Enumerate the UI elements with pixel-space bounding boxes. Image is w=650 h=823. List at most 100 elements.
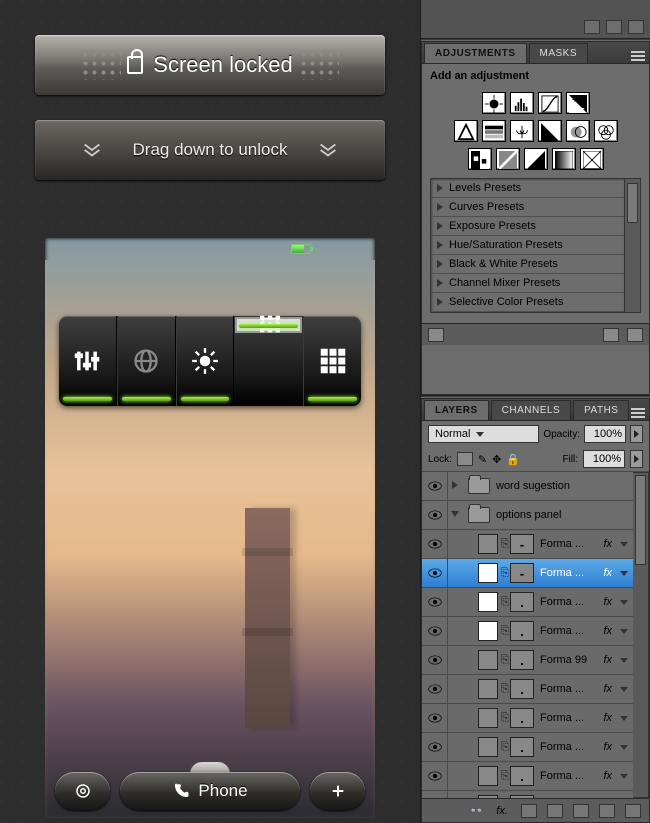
visibility-toggle[interactable] xyxy=(422,791,448,798)
layer-thumb[interactable]: - xyxy=(510,534,534,554)
curves-icon[interactable] xyxy=(538,92,562,114)
fill-flyout[interactable] xyxy=(630,450,643,468)
layer-group-row[interactable]: word sugestion xyxy=(422,472,633,501)
fill-input[interactable]: 100% xyxy=(583,450,625,468)
layer-thumb[interactable]: . xyxy=(510,592,534,612)
group-icon[interactable] xyxy=(573,804,589,818)
preset-row[interactable]: Hue/Saturation Presets xyxy=(431,236,624,255)
dock-right-button[interactable] xyxy=(310,772,365,810)
layer-mask-thumb[interactable] xyxy=(478,534,498,554)
layer-row[interactable]: ⎘.Forma ...fx xyxy=(422,588,633,617)
layer-row[interactable]: ⎘.Forma ...fx xyxy=(422,675,633,704)
opacity-flyout[interactable] xyxy=(630,425,643,443)
mask-icon[interactable] xyxy=(521,804,537,818)
fx-dropdown-icon[interactable] xyxy=(620,687,628,692)
new-layer-icon[interactable] xyxy=(599,804,615,818)
widget-transform[interactable] xyxy=(234,316,303,334)
phone-button[interactable]: Phone xyxy=(120,772,300,810)
gradient-map-icon[interactable] xyxy=(552,148,576,170)
channel-mixer-icon[interactable] xyxy=(594,120,618,142)
layer-row[interactable]: ⎘.Forma ...fx xyxy=(422,791,633,798)
layer-mask-thumb[interactable] xyxy=(478,708,498,728)
layer-row[interactable]: ⎘.Forma ...fx xyxy=(422,704,633,733)
layer-mask-thumb[interactable] xyxy=(478,592,498,612)
preset-row[interactable]: Curves Presets xyxy=(431,198,624,217)
layer-row[interactable]: ⎘-Forma ...fx xyxy=(422,559,633,588)
layer-thumb[interactable]: . xyxy=(510,766,534,786)
layer-mask-thumb[interactable] xyxy=(478,766,498,786)
widget-apps[interactable] xyxy=(303,316,361,406)
preset-row[interactable]: Exposure Presets xyxy=(431,217,624,236)
levels-icon[interactable] xyxy=(510,92,534,114)
scrollbar[interactable] xyxy=(633,472,649,798)
fx-icon[interactable]: fx. xyxy=(496,805,508,817)
layer-row[interactable]: ⎘.Forma ...fx xyxy=(422,762,633,791)
tab-masks[interactable]: MASKS xyxy=(529,43,589,63)
visibility-toggle[interactable] xyxy=(422,675,448,703)
opacity-input[interactable]: 100% xyxy=(584,425,626,443)
visibility-toggle[interactable] xyxy=(422,733,448,761)
visibility-toggle[interactable] xyxy=(422,704,448,732)
photo-filter-icon[interactable] xyxy=(566,120,590,142)
drag-bar[interactable]: Drag down to unlock xyxy=(35,120,385,180)
fx-dropdown-icon[interactable] xyxy=(620,542,628,547)
fx-dropdown-icon[interactable] xyxy=(620,629,628,634)
exposure-icon[interactable] xyxy=(566,92,590,114)
preset-row[interactable]: Channel Mixer Presets xyxy=(431,274,624,293)
visibility-toggle[interactable] xyxy=(422,530,448,558)
threshold-icon[interactable] xyxy=(524,148,548,170)
fx-dropdown-icon[interactable] xyxy=(620,600,628,605)
layer-mask-thumb[interactable] xyxy=(478,621,498,641)
layer-row[interactable]: ⎘.Forma ...fx xyxy=(422,733,633,762)
visibility-toggle[interactable] xyxy=(422,559,448,587)
link-layers-icon[interactable]: 👓 xyxy=(470,804,484,817)
tab-adjustments[interactable]: ADJUSTMENTS xyxy=(424,43,527,63)
posterize-icon[interactable] xyxy=(496,148,520,170)
disclosure-icon[interactable] xyxy=(448,480,462,492)
layer-thumb[interactable]: . xyxy=(510,621,534,641)
bw-icon[interactable] xyxy=(538,120,562,142)
layer-mask-thumb[interactable] xyxy=(478,563,498,583)
preset-row[interactable]: Black & White Presets xyxy=(431,255,624,274)
mini-icon[interactable] xyxy=(584,20,600,34)
preset-row[interactable]: Selective Color Presets xyxy=(431,293,624,312)
mini-icon[interactable] xyxy=(628,20,644,34)
layer-row[interactable]: ⎘.Forma ...fx xyxy=(422,617,633,646)
trash-icon[interactable] xyxy=(627,328,643,342)
visibility-toggle[interactable] xyxy=(422,472,448,500)
lock-transparency-icon[interactable] xyxy=(457,452,473,466)
widget-brightness[interactable] xyxy=(176,316,235,406)
tab-layers[interactable]: LAYERS xyxy=(424,400,489,420)
lock-brush-icon[interactable]: ✎ xyxy=(478,453,487,466)
hue-sat-icon[interactable] xyxy=(482,120,506,142)
layer-thumb[interactable]: . xyxy=(510,708,534,728)
clip-icon[interactable] xyxy=(428,328,444,342)
brightness-contrast-icon[interactable] xyxy=(482,92,506,114)
scrollbar[interactable] xyxy=(625,178,641,313)
visibility-toggle[interactable] xyxy=(422,762,448,790)
fx-dropdown-icon[interactable] xyxy=(620,716,628,721)
visibility-toggle[interactable] xyxy=(422,646,448,674)
layer-thumb[interactable]: . xyxy=(510,650,534,670)
lock-all-icon[interactable]: 🔒 xyxy=(506,453,520,466)
vibrance-icon[interactable] xyxy=(454,120,478,142)
blend-mode-select[interactable]: Normal xyxy=(428,425,539,443)
fx-dropdown-icon[interactable] xyxy=(620,571,628,576)
fx-dropdown-icon[interactable] xyxy=(620,745,628,750)
visibility-toggle[interactable] xyxy=(422,501,448,529)
invert-icon[interactable] xyxy=(468,148,492,170)
color-balance-icon[interactable] xyxy=(510,120,534,142)
layer-thumb[interactable]: - xyxy=(510,563,534,583)
layer-mask-thumb[interactable] xyxy=(478,650,498,670)
mini-icon[interactable] xyxy=(606,20,622,34)
dock-left-button[interactable] xyxy=(55,772,110,810)
widget-globe[interactable] xyxy=(117,316,176,406)
layer-row[interactable]: ⎘.Forma 99fx xyxy=(422,646,633,675)
view-icon[interactable] xyxy=(603,328,619,342)
panel-menu-icon[interactable] xyxy=(631,51,645,63)
widget-sliders[interactable] xyxy=(59,316,117,406)
lock-move-icon[interactable]: ✥ xyxy=(492,453,501,466)
fx-dropdown-icon[interactable] xyxy=(620,658,628,663)
visibility-toggle[interactable] xyxy=(422,588,448,616)
preset-row[interactable]: Levels Presets xyxy=(431,179,624,198)
